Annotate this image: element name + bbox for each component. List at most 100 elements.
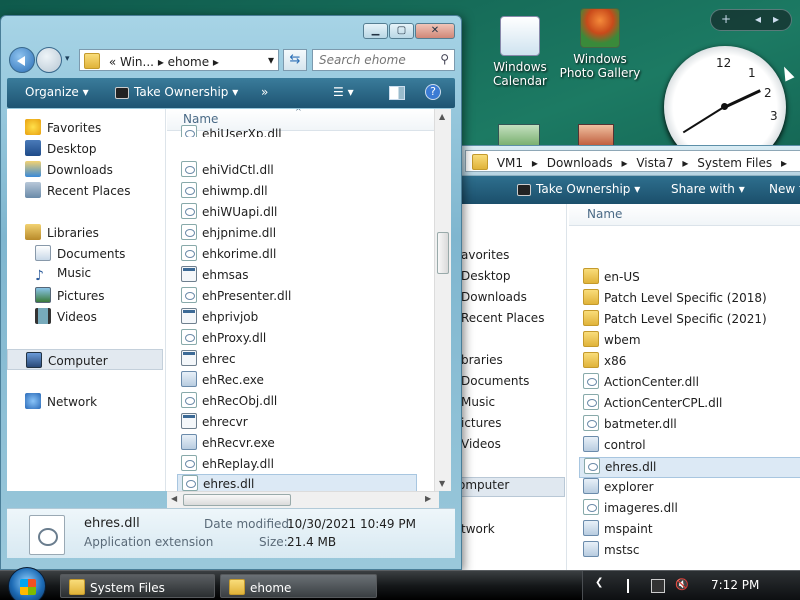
file-row[interactable]: ehkorime.dll (181, 245, 276, 266)
file-row[interactable]: ehRecvr.exe (181, 434, 275, 455)
vertical-scrollbar[interactable]: ▲ ▼ (434, 109, 451, 491)
file-row[interactable]: explorer (583, 478, 654, 499)
minimize-button[interactable]: ▁ (363, 23, 388, 39)
file-row[interactable]: ehProxy.dll (181, 329, 266, 350)
breadcrumb-separator[interactable]: ▸ (781, 156, 787, 170)
scroll-right-arrow-icon[interactable]: ▶ (425, 494, 431, 503)
nav-item-music[interactable]: ♪ Music (35, 266, 91, 284)
clock-time[interactable]: 7:12 PM (711, 578, 759, 592)
file-row[interactable]: ehrecvr (181, 413, 248, 434)
windows-photo-gallery-shortcut[interactable]: Windows Photo Gallery (555, 8, 645, 80)
vertical-scroll-thumb[interactable] (437, 232, 449, 274)
take-ownership-button[interactable]: Take Ownership ▾ (517, 182, 640, 196)
horizontal-scroll-thumb[interactable] (183, 494, 291, 506)
nav-item-computer[interactable]: omputer (457, 477, 565, 497)
address-dropdown-icon[interactable]: ▾ (268, 53, 274, 67)
breadcrumb-item[interactable]: ehome (168, 55, 209, 69)
network-status-icon[interactable] (651, 579, 665, 593)
file-row[interactable]: ehPresenter.dll (181, 287, 291, 308)
taskbar-button-ehome[interactable]: ehome (220, 574, 377, 598)
partially-hidden-shortcut-icon[interactable] (498, 124, 540, 146)
preview-pane-button[interactable] (389, 86, 405, 100)
file-row[interactable]: ehRec.exe (181, 371, 264, 392)
nav-item-pictures[interactable]: Pictures (35, 287, 105, 303)
file-row[interactable]: ehiwmp.dll (181, 182, 268, 203)
file-row-selected[interactable]: ehres.dll (177, 474, 417, 491)
start-button[interactable] (8, 567, 46, 600)
forward-button[interactable] (36, 47, 62, 73)
file-row[interactable]: wbem (583, 331, 641, 352)
file-row[interactable]: ehmsas (181, 266, 249, 287)
partially-hidden-shortcut-icon[interactable] (578, 124, 614, 146)
add-gadget-button[interactable]: + (721, 12, 731, 26)
file-row[interactable]: ehiWUapi.dll (181, 203, 277, 224)
windows-calendar-shortcut[interactable]: Windows Calendar (475, 16, 565, 88)
file-row[interactable]: mstsc (583, 541, 640, 562)
scroll-down-arrow-icon[interactable]: ▼ (439, 479, 445, 488)
recent-pages-dropdown[interactable]: ▾ (65, 54, 70, 64)
name-column-header[interactable]: Name (569, 204, 800, 226)
volume-muted-icon[interactable]: 🔇 (675, 579, 689, 593)
address-field[interactable]: « Win... ▸ ehome ▸ ▾ (79, 49, 279, 71)
file-row[interactable]: imageres.dll (583, 499, 678, 520)
show-hidden-icons-button[interactable]: ❮ (595, 577, 603, 588)
breadcrumb-item[interactable]: VM1 (497, 156, 523, 170)
file-row[interactable]: ehprivjob (181, 308, 258, 329)
breadcrumb-separator[interactable]: ▸ (682, 156, 688, 170)
breadcrumb-separator[interactable]: ▸ (621, 156, 627, 170)
file-row[interactable]: ehiVidCtl.dll (181, 161, 274, 182)
nav-item-videos[interactable]: Videos (35, 308, 97, 324)
breadcrumb-separator[interactable]: ▸ (213, 55, 219, 69)
nav-item-libraries[interactable]: Libraries (25, 224, 99, 240)
file-row[interactable]: ActionCenterCPL.dll (583, 394, 722, 415)
new-folder-button[interactable]: New f (769, 182, 800, 196)
file-row[interactable]: mspaint (583, 520, 653, 541)
breadcrumb-item[interactable]: System Files (697, 156, 772, 170)
action-center-flag-icon[interactable] (627, 579, 641, 593)
nav-item-downloads[interactable]: Downloads (461, 290, 527, 304)
taskbar-button-system-files[interactable]: System Files (60, 574, 215, 598)
nav-item-desktop[interactable]: Desktop (461, 269, 511, 283)
nav-item-documents[interactable]: Documents (35, 245, 125, 261)
system-files-window[interactable]: VM1 ▸ Downloads ▸ Vista7 ▸ System Files … (456, 145, 800, 575)
address-overflow-chevron[interactable]: « (109, 55, 116, 69)
file-row[interactable]: x86 (583, 352, 626, 373)
breadcrumb-item[interactable]: Win... (120, 55, 154, 69)
scroll-up-arrow-icon[interactable]: ▲ (439, 112, 445, 121)
search-icon[interactable]: ⚲ (440, 52, 449, 66)
nav-item-favorites[interactable]: avorites (461, 248, 509, 262)
next-gadget-button[interactable]: ▸ (773, 12, 779, 26)
nav-item-music[interactable]: Music (461, 395, 495, 409)
file-row[interactable]: ehrec (181, 350, 236, 371)
take-ownership-button[interactable]: Take Ownership ▾ (115, 85, 238, 99)
nav-item-downloads[interactable]: Downloads (25, 161, 113, 177)
nav-item-libraries[interactable]: braries (461, 353, 503, 367)
nav-item-network[interactable]: Network (25, 393, 97, 409)
file-row[interactable]: Patch Level Specific (2018) (583, 289, 767, 310)
more-commands-button[interactable]: » (261, 85, 268, 99)
file-row-selected[interactable]: ehres.dll (579, 457, 800, 478)
nav-item-network[interactable]: twork (461, 522, 495, 536)
search-box[interactable]: ⚲ (312, 49, 455, 71)
file-row[interactable]: en-US (583, 268, 640, 289)
previous-gadget-button[interactable]: ◂ (755, 12, 761, 26)
nav-item-pictures[interactable]: ictures (461, 416, 502, 430)
back-address-field[interactable]: VM1 ▸ Downloads ▸ Vista7 ▸ System Files … (465, 150, 800, 172)
nav-item-computer[interactable]: Computer (7, 349, 163, 370)
organize-button[interactable]: Organize ▾ (25, 85, 89, 99)
file-row[interactable]: batmeter.dll (583, 415, 677, 436)
file-row[interactable]: control (583, 436, 646, 457)
close-button[interactable]: ✕ (415, 23, 455, 39)
nav-item-favorites[interactable]: Favorites (25, 119, 101, 135)
share-with-button[interactable]: Share with ▾ (671, 182, 745, 196)
file-row[interactable]: ActionCenter.dll (583, 373, 699, 394)
file-row[interactable]: ehRecObj.dll (181, 392, 277, 413)
file-row[interactable]: ehjpnime.dll (181, 224, 276, 245)
scroll-left-arrow-icon[interactable]: ◀ (171, 494, 177, 503)
horizontal-scrollbar[interactable]: ◀ ▶ (167, 491, 439, 508)
file-row[interactable]: ehiUserXp.dll (181, 125, 282, 137)
refresh-button[interactable]: ⇆ (283, 49, 307, 71)
nav-item-videos[interactable]: Videos (461, 437, 501, 451)
breadcrumb-item[interactable]: Downloads (547, 156, 613, 170)
nav-item-recent-places[interactable]: Recent Places (25, 182, 130, 198)
